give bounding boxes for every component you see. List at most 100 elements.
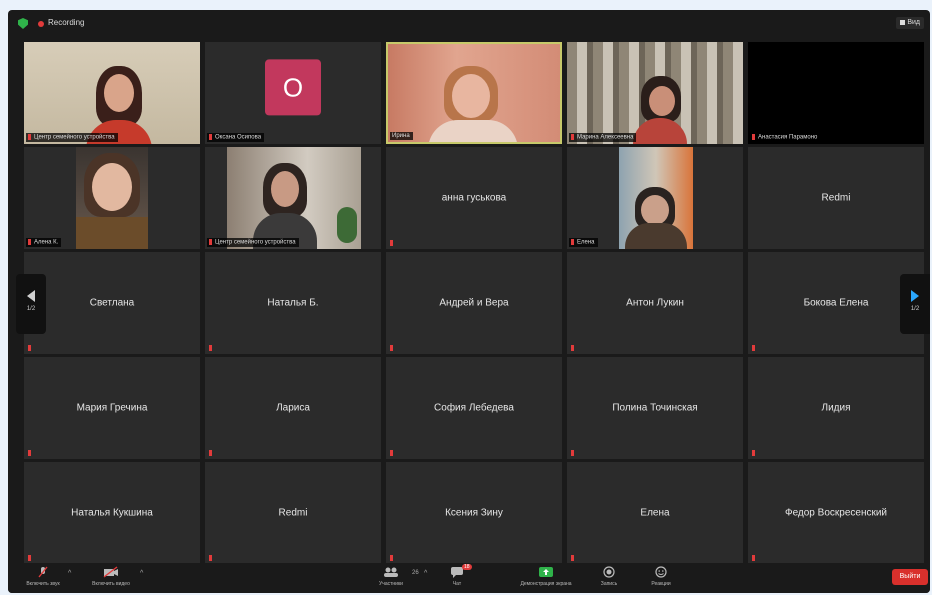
participant-name: Мария Гречина xyxy=(76,402,148,414)
participant-name-tag: Оксана Осипова xyxy=(207,133,265,142)
arrow-right-icon xyxy=(911,290,919,302)
participant-name-tag: Алена К. xyxy=(26,238,62,247)
mic-muted-icon xyxy=(390,345,393,351)
reactions-button[interactable]: Реакции xyxy=(626,566,696,587)
participant-name-tag: Центр семейного устройства xyxy=(207,238,299,247)
share-screen-label: Демонстрация экрана xyxy=(520,581,572,587)
unmute-label: Включить звук xyxy=(26,581,60,587)
participant-tile[interactable]: Лариса xyxy=(205,357,381,459)
participant-tile[interactable]: Мария Гречина xyxy=(24,357,200,459)
avatar: О xyxy=(265,59,321,116)
chat-label: Чат xyxy=(452,581,462,587)
participant-tile[interactable]: Лидия xyxy=(748,357,924,459)
chat-unread-badge: 18 xyxy=(462,564,472,570)
mic-muted-icon xyxy=(209,450,212,456)
participant-tile[interactable]: Антон Лукин xyxy=(567,252,743,354)
participant-tile[interactable]: Центр семейного устройства xyxy=(205,147,381,249)
reactions-icon xyxy=(655,566,667,578)
mic-muted-icon xyxy=(752,555,755,561)
view-button[interactable]: Вид xyxy=(896,17,924,29)
start-video-label: Включить видео xyxy=(92,581,130,587)
participant-name-tag: Марина Алексеевна xyxy=(569,133,637,142)
mic-muted-icon xyxy=(571,134,574,141)
participants-label: Участники xyxy=(379,581,403,587)
mic-muted-icon xyxy=(28,239,31,246)
recording-dot-icon xyxy=(38,21,44,27)
participant-tile[interactable]: Наталья Кукшина xyxy=(24,462,200,564)
reactions-label: Реакции xyxy=(651,581,671,587)
record-label: Запись xyxy=(600,581,618,587)
participant-name: Елена xyxy=(640,507,670,519)
next-page-button[interactable]: 1/2 xyxy=(900,274,930,334)
leave-meeting-button[interactable]: Выйти xyxy=(892,569,928,585)
participant-tile[interactable]: Наталья Б. xyxy=(205,252,381,354)
participant-tile[interactable]: Анастасия Парамоно xyxy=(748,42,924,144)
participant-tile[interactable]: Центр семейного устройства xyxy=(24,42,200,144)
record-icon xyxy=(603,566,615,578)
participant-tile[interactable]: Redmi xyxy=(205,462,381,564)
audio-options-caret[interactable]: ^ xyxy=(68,570,71,577)
mic-muted-icon xyxy=(752,134,755,141)
video-off-icon xyxy=(103,566,118,578)
mic-muted-icon xyxy=(209,555,212,561)
mic-muted-icon xyxy=(28,345,31,351)
mic-muted-icon xyxy=(209,134,212,141)
participant-name: Светлана xyxy=(89,297,135,309)
participant-tile[interactable]: О Оксана Осипова xyxy=(205,42,381,144)
participants-count: 26 xyxy=(412,570,419,576)
video-options-caret[interactable]: ^ xyxy=(140,570,143,577)
video-feed xyxy=(24,42,200,144)
participant-tile-active-speaker[interactable]: Ирина xyxy=(386,42,562,144)
participant-tile[interactable]: Федор Воскресенский xyxy=(748,462,924,564)
participant-tile[interactable]: Елена xyxy=(567,462,743,564)
participant-name: Антон Лукин xyxy=(626,297,684,309)
arrow-left-icon xyxy=(27,290,35,302)
grid-icon xyxy=(900,19,906,25)
participant-name-tag: Центр семейного устройства xyxy=(26,133,118,142)
top-bar: Recording Вид xyxy=(8,10,930,38)
participant-name-tag: Елена xyxy=(569,238,598,247)
participant-name: Ксения Зину xyxy=(445,507,503,519)
participant-tile[interactable]: София Лебедева xyxy=(386,357,562,459)
mic-muted-icon xyxy=(209,239,212,246)
page-indicator-right: 1/2 xyxy=(910,306,920,312)
participant-name: Redmi xyxy=(278,507,308,519)
mic-muted-icon xyxy=(390,555,393,561)
participant-name: Redmi xyxy=(821,192,851,204)
participant-tile[interactable]: Андрей и Вера xyxy=(386,252,562,354)
mic-muted-icon xyxy=(390,450,393,456)
participant-tile[interactable]: Алена К. xyxy=(24,147,200,249)
previous-page-button[interactable]: 1/2 xyxy=(16,274,46,334)
participant-tile[interactable]: Redmi xyxy=(748,147,924,249)
participant-name: Бокова Елена xyxy=(803,297,869,309)
participant-tile[interactable]: анна гуськова xyxy=(386,147,562,249)
security-shield-icon[interactable] xyxy=(18,18,28,29)
mic-muted-icon xyxy=(28,555,31,561)
mic-muted-icon xyxy=(28,134,31,141)
view-label: Вид xyxy=(907,19,920,26)
meeting-toolbar: Включить звук ^ Включить видео ^ Участни… xyxy=(8,563,930,593)
mic-muted-icon xyxy=(38,566,48,578)
share-screen-icon xyxy=(539,567,553,577)
mic-muted-icon xyxy=(571,239,574,246)
participant-tile[interactable]: Марина Алексеевна xyxy=(567,42,743,144)
chat-button[interactable]: 18 Чат xyxy=(422,564,492,587)
participant-name-tag: Ирина xyxy=(390,132,413,140)
mic-muted-icon xyxy=(571,450,574,456)
participant-name: Наталья Кукшина xyxy=(71,507,153,519)
participant-tile[interactable]: Елена xyxy=(567,147,743,249)
video-feed xyxy=(76,147,148,249)
participant-tile[interactable]: Бокова Елена xyxy=(748,252,924,354)
participant-tile[interactable]: Ксения Зину xyxy=(386,462,562,564)
participant-grid: Центр семейного устройства О Оксана Осип… xyxy=(24,42,924,564)
start-video-button[interactable]: Включить видео xyxy=(76,566,146,587)
participant-tile[interactable]: Светлана xyxy=(24,252,200,354)
zoom-window: Recording Вид Центр семейного устройства… xyxy=(8,10,930,593)
participant-name: Наталья Б. xyxy=(267,297,319,309)
participant-tile[interactable]: Полина Точинская xyxy=(567,357,743,459)
participant-name: Полина Точинская xyxy=(612,402,698,414)
recording-label: Recording xyxy=(48,18,85,27)
participant-name: Лариса xyxy=(276,402,310,414)
mic-muted-icon xyxy=(28,450,31,456)
participants-icon xyxy=(384,567,398,577)
